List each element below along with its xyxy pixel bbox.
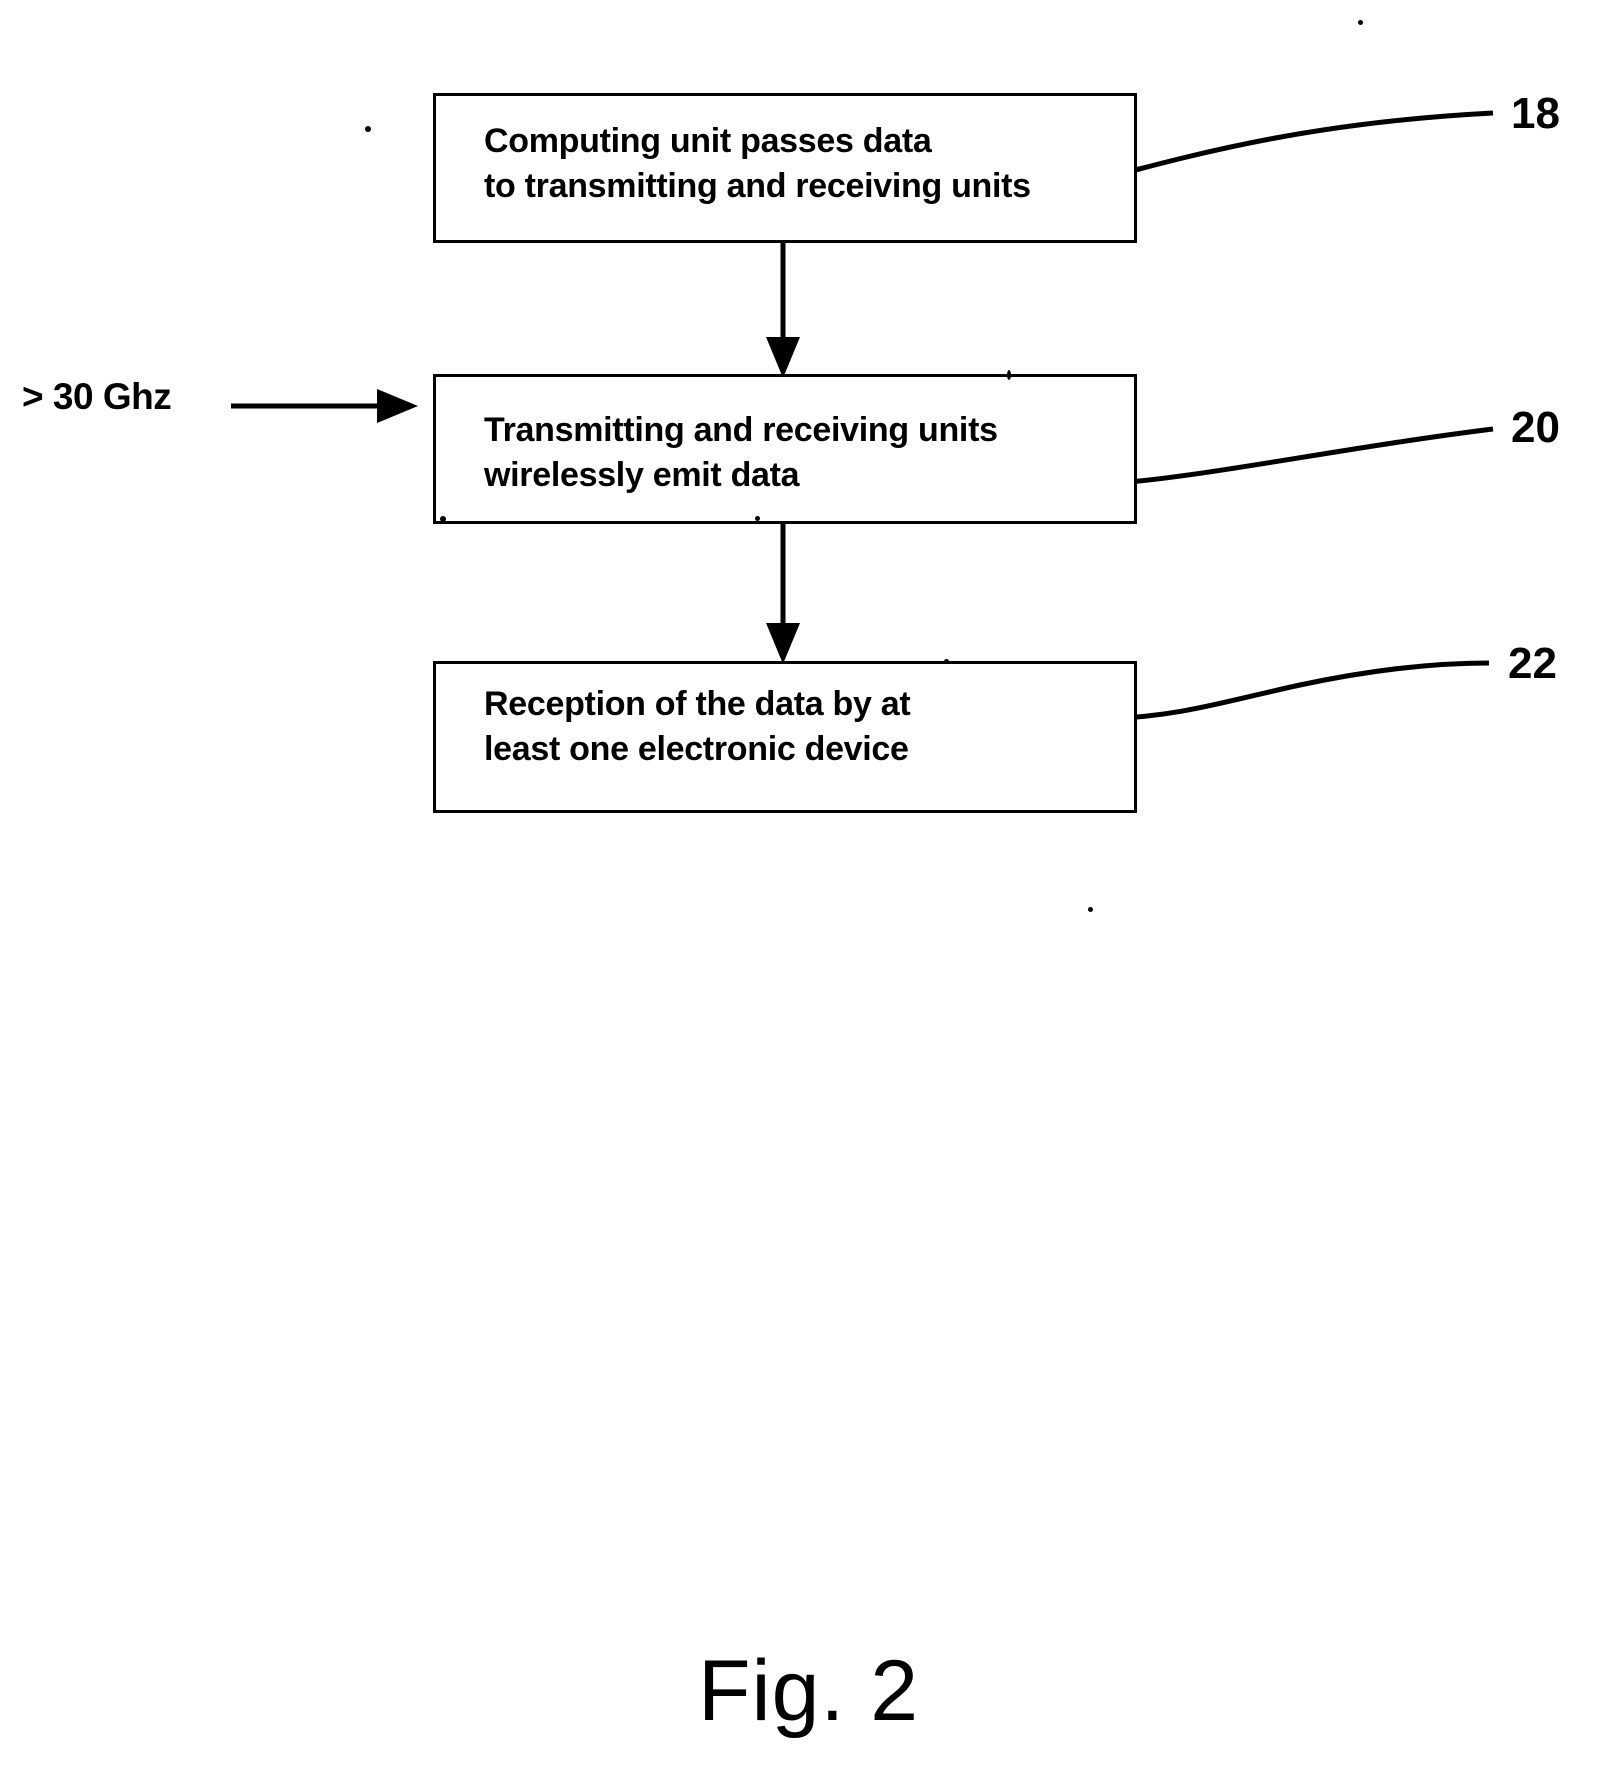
leader-line-20 <box>1104 426 1494 487</box>
process-step-box-2: Transmitting and receiving units wireles… <box>433 374 1137 524</box>
process-step-2-text: Transmitting and receiving units wireles… <box>484 411 998 494</box>
reference-numeral-18: 18 <box>1511 89 1560 138</box>
scan-speck <box>1358 20 1363 25</box>
connector-step1-to-step2 <box>766 243 800 378</box>
scan-speck <box>755 516 760 521</box>
figure-caption: Fig. 2 <box>697 1643 920 1739</box>
leader-line-22 <box>1103 660 1490 722</box>
scan-speck <box>365 126 371 132</box>
process-step-1-text: Computing unit passes data to transmitti… <box>484 122 1031 205</box>
process-step-box-1: Computing unit passes data to transmitti… <box>433 93 1137 243</box>
scan-speck <box>1088 907 1093 912</box>
process-step-3-text: Reception of the data by at least one el… <box>484 685 911 768</box>
patent-figure-page: Computing unit passes data to transmitti… <box>0 0 1617 1771</box>
input-frequency-label: > 30 Ghz <box>22 376 172 417</box>
figure-line-art <box>231 110 1494 722</box>
connector-step2-to-step3 <box>766 524 800 664</box>
scan-speck <box>944 659 949 664</box>
scan-speck <box>1007 370 1011 380</box>
reference-numeral-22: 22 <box>1508 639 1557 688</box>
leader-line-18 <box>1108 110 1494 180</box>
reference-numeral-20: 20 <box>1511 403 1560 452</box>
process-step-box-3: Reception of the data by at least one el… <box>433 661 1137 813</box>
input-frequency-arrow <box>231 389 418 423</box>
scan-speck <box>440 516 446 522</box>
